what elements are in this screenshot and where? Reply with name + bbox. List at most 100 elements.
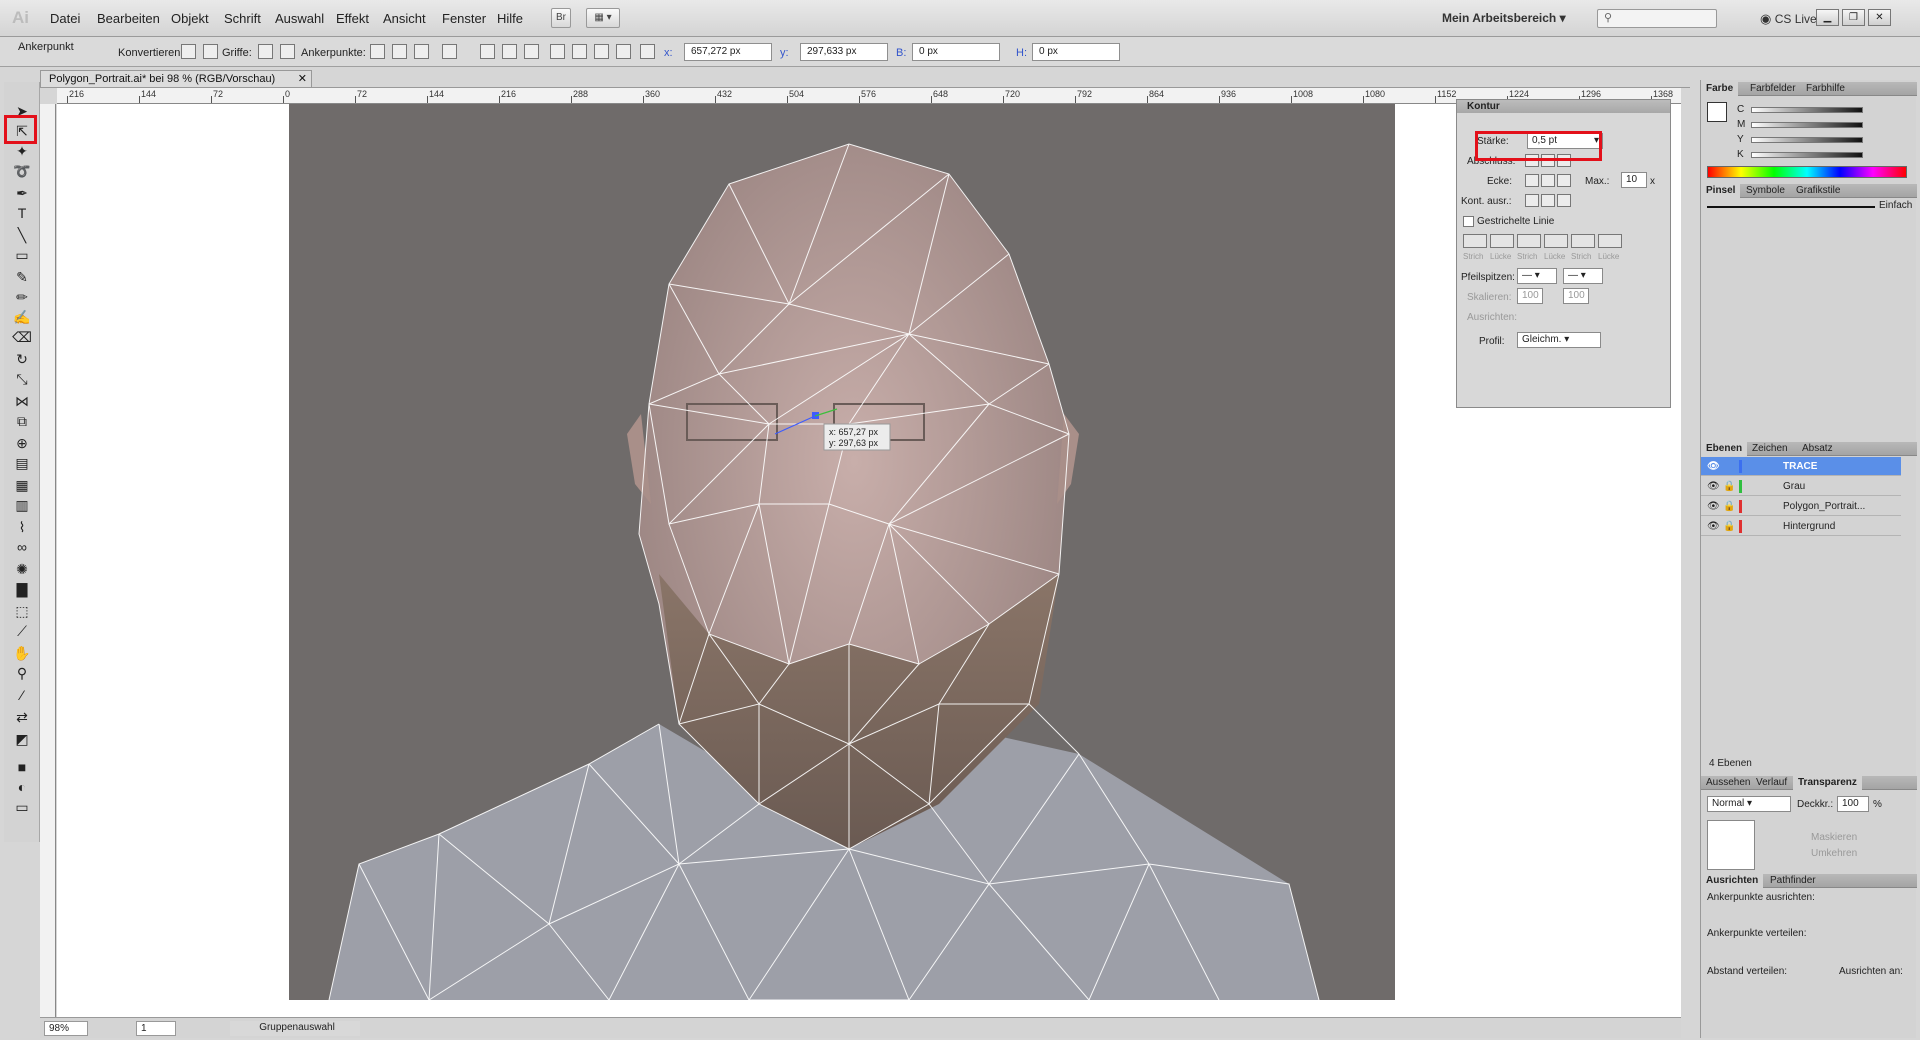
align-vcenter-icon[interactable] xyxy=(572,44,587,59)
arrange-documents-button[interactable]: ▦ ▾ xyxy=(586,8,620,28)
status-mode[interactable]: Gruppenauswahl xyxy=(230,1021,360,1036)
minimize-button[interactable]: ▁ xyxy=(1816,9,1839,26)
hand-tool-icon[interactable]: ✋ xyxy=(11,644,33,663)
horizontal-ruler[interactable]: 216 144 72 0 72 144 216 288 360 432 504 576 648 720 79… xyxy=(57,88,1681,104)
restore-button[interactable]: ❐ xyxy=(1842,9,1865,26)
transform-icon[interactable] xyxy=(616,44,631,59)
menu-bearbeiten[interactable]: Bearbeiten xyxy=(97,11,160,26)
brush-preview[interactable] xyxy=(1707,206,1875,208)
join-miter-icon[interactable] xyxy=(1525,174,1539,187)
opacity-field[interactable]: 100 xyxy=(1837,796,1869,812)
fill-stroke-icon[interactable]: ◩ xyxy=(11,730,33,749)
channel-m-slider[interactable] xyxy=(1751,122,1863,128)
gap-field-2[interactable] xyxy=(1544,234,1568,248)
channel-y-slider[interactable] xyxy=(1751,137,1863,143)
line-tool-icon[interactable]: ╲ xyxy=(11,226,33,245)
column-graph-tool-icon[interactable]: ▇ xyxy=(11,580,33,599)
height-field[interactable]: 0 px xyxy=(1032,43,1120,61)
page-field[interactable]: 1 xyxy=(136,1021,176,1036)
eyedropper-small-icon[interactable]: ⁄ xyxy=(11,686,33,705)
layer-row[interactable]: 👁 🔒 Polygon_Portrait... xyxy=(1701,497,1901,516)
zoom-field[interactable]: 98% xyxy=(44,1021,88,1036)
blend-mode-select[interactable]: Normal ▾ xyxy=(1707,796,1791,812)
convert-smooth-icon[interactable] xyxy=(203,44,218,59)
show-handles-icon[interactable] xyxy=(258,44,273,59)
tab-verlauf[interactable]: Verlauf xyxy=(1751,776,1792,790)
tab-pathfinder[interactable]: Pathfinder xyxy=(1765,874,1821,888)
pencil-tool-icon[interactable]: ✏ xyxy=(11,288,33,307)
menu-fenster[interactable]: Fenster xyxy=(442,11,486,26)
document-tab[interactable]: Polygon_Portrait.ai* bei 98 % (RGB/Vorsc… xyxy=(40,70,312,87)
bridge-button[interactable]: Br xyxy=(551,8,571,28)
width-tool-icon[interactable]: ⋈ xyxy=(11,392,33,411)
align-hcenter-icon[interactable] xyxy=(502,44,517,59)
gap-field-1[interactable] xyxy=(1490,234,1514,248)
tab-farbfelder[interactable]: Farbfelder xyxy=(1745,82,1801,96)
rectangle-tool-icon[interactable]: ▭ xyxy=(11,246,33,265)
lasso-tool-icon[interactable]: ➰ xyxy=(11,162,33,181)
remove-anchor-icon[interactable] xyxy=(370,44,385,59)
tab-aussehen[interactable]: Aussehen xyxy=(1701,776,1755,790)
screen-mode-icon[interactable]: ▭ xyxy=(11,798,33,817)
align-right-icon[interactable] xyxy=(524,44,539,59)
menu-datei[interactable]: Datei xyxy=(50,11,80,26)
y-field[interactable]: 297,633 px xyxy=(800,43,888,61)
tab-grafikstile[interactable]: Grafikstile xyxy=(1791,184,1845,198)
gap-field-3[interactable] xyxy=(1598,234,1622,248)
type-tool-icon[interactable]: T xyxy=(11,204,33,223)
eraser-tool-icon[interactable]: ⌫ xyxy=(11,328,33,347)
lock-icon[interactable]: 🔒 xyxy=(1723,477,1735,496)
channel-c-slider[interactable] xyxy=(1751,107,1863,113)
align-top-icon[interactable] xyxy=(550,44,565,59)
connect-anchor-icon[interactable] xyxy=(392,44,407,59)
tab-ebenen[interactable]: Ebenen xyxy=(1701,442,1748,456)
shape-builder-tool-icon[interactable]: ⊕ xyxy=(11,434,33,453)
menu-effekt[interactable]: Effekt xyxy=(336,11,369,26)
magic-wand-tool-icon[interactable]: ✦ xyxy=(11,142,33,161)
tab-pinsel[interactable]: Pinsel xyxy=(1701,184,1741,198)
tab-farbe[interactable]: Farbe xyxy=(1701,82,1739,96)
tab-transparenz[interactable]: Transparenz xyxy=(1793,776,1862,790)
link-icon[interactable] xyxy=(1004,44,1014,59)
lock-icon[interactable]: 🔒 xyxy=(1723,517,1735,536)
color-mode-icon[interactable]: ■ xyxy=(11,758,33,777)
eye-icon[interactable]: 👁 xyxy=(1707,457,1720,476)
search-input[interactable]: ⚲ xyxy=(1597,9,1717,28)
vertical-ruler[interactable] xyxy=(40,104,56,1017)
layer-row[interactable]: 👁 TRACE xyxy=(1701,457,1901,476)
menu-objekt[interactable]: Objekt xyxy=(171,11,209,26)
dash-checkbox[interactable] xyxy=(1463,216,1474,227)
transparency-thumbnail[interactable] xyxy=(1707,820,1755,870)
gradient-tool-icon[interactable]: ▥ xyxy=(11,496,33,515)
width-field[interactable]: 0 px xyxy=(912,43,1000,61)
scale-end-field[interactable]: 100 xyxy=(1563,288,1589,304)
hide-handles-icon[interactable] xyxy=(280,44,295,59)
isolate-icon[interactable] xyxy=(442,44,457,59)
stroke-panel-header[interactable]: Kontur xyxy=(1457,100,1670,113)
mesh-tool-icon[interactable]: ▦ xyxy=(11,476,33,495)
artboard[interactable]: x: 657,27 px y: 297,63 px xyxy=(289,104,1395,1000)
x-field[interactable]: 657,272 px xyxy=(684,43,772,61)
zoom-tool-icon[interactable]: ⚲ xyxy=(11,664,33,683)
tab-farbhilfe[interactable]: Farbhilfe xyxy=(1801,82,1850,96)
arrowhead-start-select[interactable]: — ▾ xyxy=(1517,268,1557,284)
dash-field-1[interactable] xyxy=(1463,234,1487,248)
swap-colors-icon[interactable]: ⇄ xyxy=(11,708,33,727)
join-bevel-icon[interactable] xyxy=(1557,174,1571,187)
menu-auswahl[interactable]: Auswahl xyxy=(275,11,324,26)
fill-swatch[interactable] xyxy=(1707,102,1727,122)
perspective-grid-tool-icon[interactable]: ▤ xyxy=(11,454,33,473)
close-button[interactable]: ✕ xyxy=(1868,9,1891,26)
arrowhead-end-select[interactable]: — ▾ xyxy=(1563,268,1603,284)
close-tab-icon[interactable]: ✕ xyxy=(298,71,307,87)
symbol-sprayer-tool-icon[interactable]: ✺ xyxy=(11,560,33,579)
max-field[interactable]: 10 xyxy=(1621,172,1647,188)
dash-field-2[interactable] xyxy=(1517,234,1541,248)
layer-row[interactable]: 👁 🔒 Grau xyxy=(1701,477,1901,496)
color-spectrum[interactable] xyxy=(1707,166,1907,178)
slice-tool-icon[interactable]: ⟋ xyxy=(11,622,33,641)
eyedropper-tool-icon[interactable]: ⌇ xyxy=(11,518,33,537)
tab-absatz[interactable]: Absatz xyxy=(1797,442,1838,456)
scale-start-field[interactable]: 100 xyxy=(1517,288,1543,304)
cut-path-icon[interactable] xyxy=(414,44,429,59)
